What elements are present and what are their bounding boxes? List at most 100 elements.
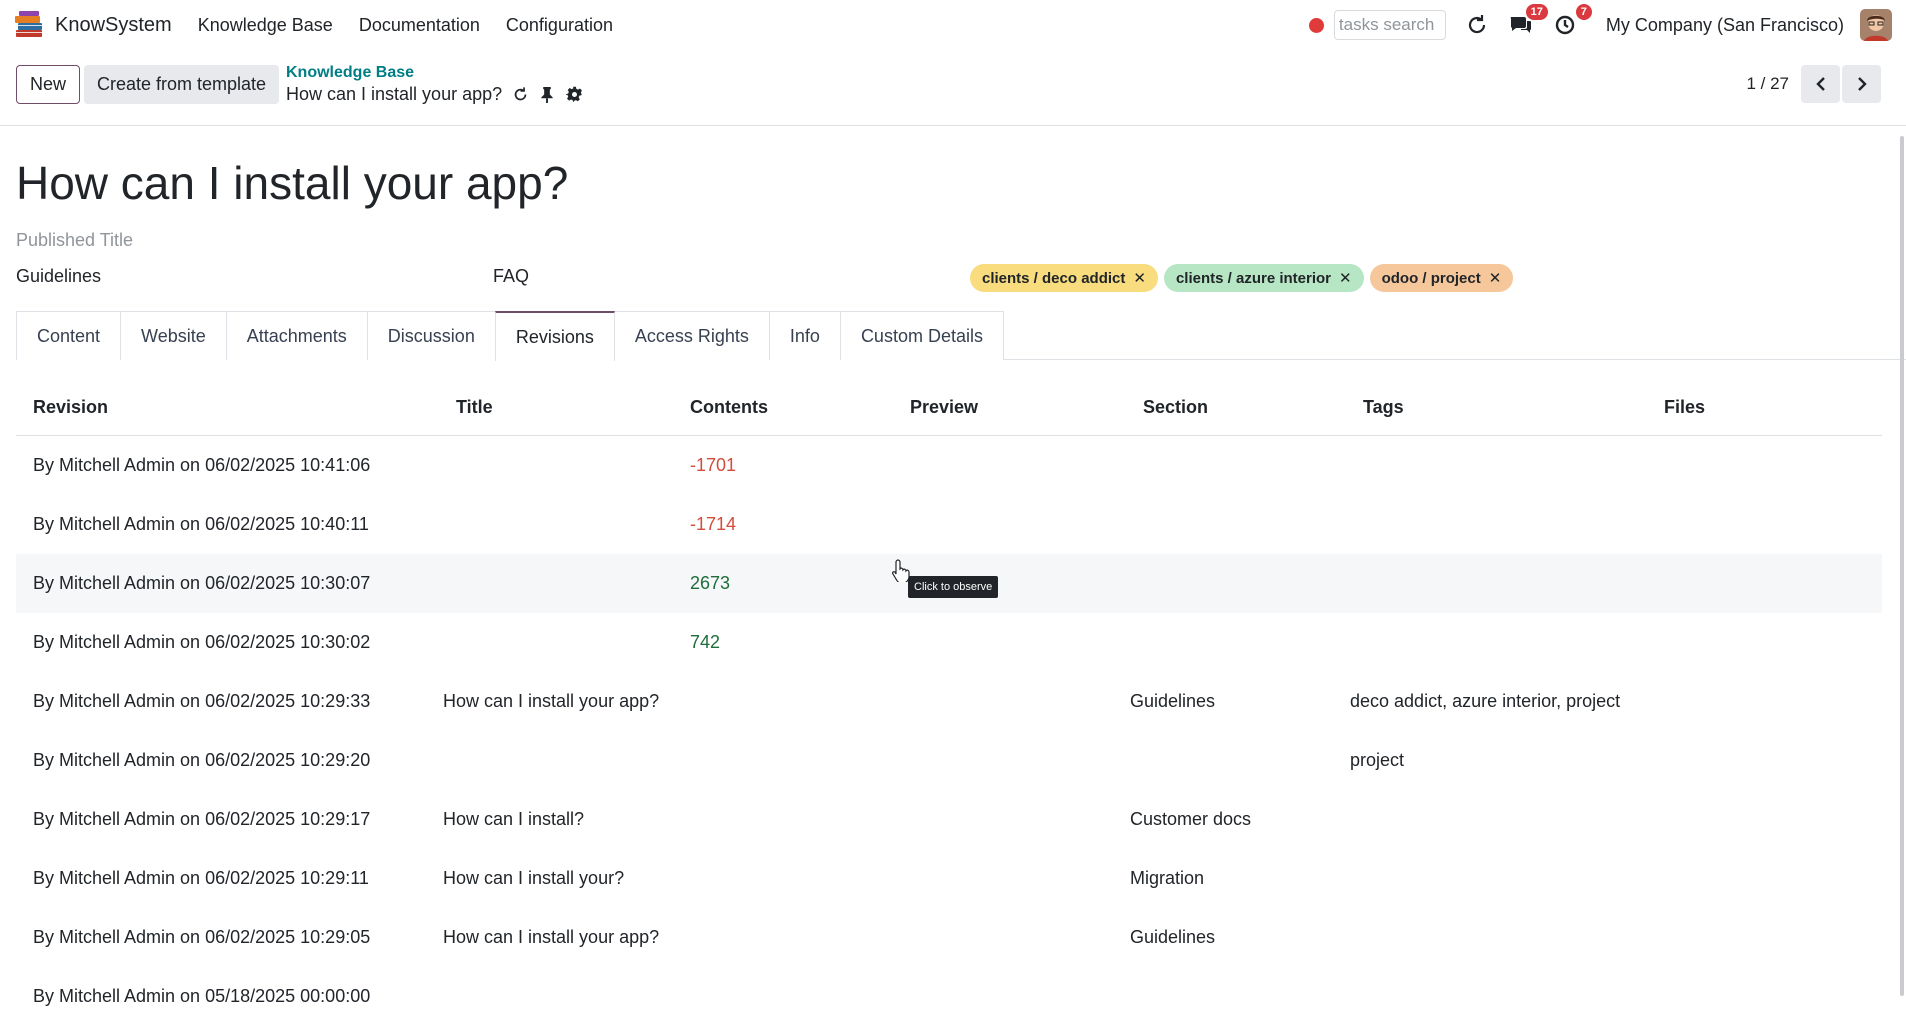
- tag-chip[interactable]: clients / azure interior ✕: [1163, 264, 1364, 292]
- recording-dot-icon[interactable]: [1308, 17, 1324, 33]
- tag-label: odoo / project: [1381, 269, 1481, 287]
- column-header-contents[interactable]: Contents: [690, 397, 910, 418]
- contents-cell: 742: [690, 632, 721, 652]
- published-title-field[interactable]: Published Title: [16, 230, 133, 251]
- type-field[interactable]: FAQ: [493, 266, 529, 287]
- revision-cell: By Mitchell Admin on 05/18/2025 00:00:00: [33, 986, 371, 1006]
- messages-badge: 17: [1525, 4, 1548, 20]
- section-field[interactable]: Guidelines: [16, 266, 101, 287]
- title-cell: How can I install your app?: [443, 927, 660, 947]
- pager-value[interactable]: 1 / 27: [1746, 74, 1789, 94]
- revision-cell: By Mitchell Admin on 06/02/2025 10:29:33: [33, 691, 371, 711]
- revision-cell: By Mitchell Admin on 06/02/2025 10:29:11: [33, 868, 369, 888]
- table-row[interactable]: By Mitchell Admin on 06/02/2025 10:29:33…: [16, 672, 1882, 731]
- tasks-search-input[interactable]: [1333, 10, 1446, 40]
- revision-cell: By Mitchell Admin on 06/02/2025 10:40:11: [33, 514, 369, 534]
- tag-label: clients / deco addict: [982, 269, 1126, 287]
- tag-label: clients / azure interior: [1175, 269, 1331, 287]
- revision-cell: By Mitchell Admin on 06/02/2025 10:41:06: [33, 455, 371, 475]
- revisions-table: Revision Title Contents Preview Section …: [16, 380, 1882, 1026]
- table-row[interactable]: By Mitchell Admin on 06/02/2025 10:30:02…: [16, 613, 1882, 672]
- top-navbar: KnowSystem Knowledge Base Documentation …: [0, 0, 1906, 50]
- table-row[interactable]: By Mitchell Admin on 06/02/2025 10:29:20…: [16, 731, 1882, 790]
- title-cell: How can I install your app?: [443, 691, 660, 711]
- table-row[interactable]: By Mitchell Admin on 05/18/2025 00:00:00: [16, 967, 1882, 1026]
- tags-cell: project: [1350, 750, 1405, 770]
- refresh-icon[interactable]: [1464, 12, 1490, 38]
- tag-chip[interactable]: odoo / project ✕: [1369, 264, 1514, 292]
- pager-next-button[interactable]: [1842, 65, 1881, 103]
- menu-knowledge-base[interactable]: Knowledge Base: [198, 15, 333, 36]
- main-menu: Knowledge Base Documentation Configurati…: [198, 15, 639, 36]
- revision-cell: By Mitchell Admin on 06/02/2025 10:29:17: [33, 809, 371, 829]
- tab-attachments[interactable]: Attachments: [225, 311, 368, 360]
- breadcrumb-current: How can I install your app?: [286, 84, 503, 104]
- contents-cell: 2673: [690, 573, 731, 593]
- column-header-tags[interactable]: Tags: [1350, 397, 1664, 418]
- contents-cell: -1701: [690, 455, 737, 475]
- section-cell: Guidelines: [1130, 691, 1216, 711]
- menu-documentation[interactable]: Documentation: [359, 15, 480, 36]
- gear-icon[interactable]: [565, 86, 583, 104]
- tooltip: Click to observe: [908, 576, 999, 598]
- table-row[interactable]: By Mitchell Admin on 06/02/2025 10:29:11…: [16, 849, 1882, 908]
- notebook-tabs: Content Website Attachments Discussion R…: [16, 311, 1906, 361]
- mouse-cursor-icon: [892, 559, 910, 582]
- control-panel: New Create from template Knowledge Base …: [0, 50, 1906, 126]
- tags-cell: deco addict, azure interior, project: [1350, 691, 1621, 711]
- pager: 1 / 27: [1746, 65, 1881, 103]
- tab-custom-details[interactable]: Custom Details: [839, 311, 1004, 360]
- revision-cell: By Mitchell Admin on 06/02/2025 10:30:02: [33, 632, 371, 652]
- tab-info[interactable]: Info: [768, 311, 841, 360]
- avatar[interactable]: [1860, 9, 1892, 41]
- column-header-files[interactable]: Files: [1664, 397, 1882, 418]
- tab-website[interactable]: Website: [120, 311, 227, 360]
- breadcrumb-parent[interactable]: Knowledge Base: [286, 64, 414, 82]
- revision-cell: By Mitchell Admin on 06/02/2025 10:29:20: [33, 750, 371, 770]
- tag-chip[interactable]: clients / deco addict ✕: [970, 264, 1158, 292]
- pager-previous-button[interactable]: [1801, 65, 1840, 103]
- section-cell: Customer docs: [1130, 809, 1252, 829]
- scrollbar[interactable]: [1900, 136, 1904, 996]
- table-row[interactable]: By Mitchell Admin on 06/02/2025 10:40:11…: [16, 495, 1882, 554]
- clock-icon[interactable]: 7: [1552, 4, 1592, 38]
- title-cell: How can I install?: [443, 809, 585, 829]
- discard-refresh-icon[interactable]: [511, 86, 529, 104]
- table-header: Revision Title Contents Preview Section …: [16, 380, 1882, 436]
- tags-field: clients / deco addict ✕ clients / azure …: [970, 264, 1519, 292]
- revision-cell: By Mitchell Admin on 06/02/2025 10:30:07: [33, 573, 371, 593]
- breadcrumb: How can I install your app?: [286, 84, 583, 105]
- remove-tag-icon[interactable]: ✕: [1133, 269, 1146, 287]
- tab-content[interactable]: Content: [16, 311, 122, 360]
- tab-discussion[interactable]: Discussion: [366, 311, 496, 360]
- app-brand[interactable]: KnowSystem: [12, 8, 172, 42]
- chevron-left-icon: [1815, 77, 1825, 91]
- table-row[interactable]: By Mitchell Admin on 06/02/2025 10:41:06…: [16, 436, 1882, 495]
- contents-cell: -1714: [690, 514, 737, 534]
- books-logo-icon: [15, 11, 42, 37]
- pin-icon[interactable]: [538, 86, 556, 104]
- company-switcher[interactable]: My Company (San Francisco): [1606, 15, 1844, 36]
- tab-access-rights[interactable]: Access Rights: [613, 311, 770, 360]
- chat-icon[interactable]: 17: [1508, 4, 1548, 38]
- menu-configuration[interactable]: Configuration: [506, 15, 613, 36]
- tab-revisions[interactable]: Revisions: [494, 311, 615, 361]
- column-header-revision[interactable]: Revision: [16, 397, 443, 418]
- remove-tag-icon[interactable]: ✕: [1339, 269, 1352, 287]
- column-header-title[interactable]: Title: [443, 397, 690, 418]
- app-name: KnowSystem: [55, 13, 172, 36]
- activities-badge: 7: [1575, 4, 1592, 20]
- article-title[interactable]: How can I install your app?: [16, 156, 568, 210]
- table-row[interactable]: By Mitchell Admin on 06/02/2025 10:29:17…: [16, 790, 1882, 849]
- title-cell: How can I install your?: [443, 868, 625, 888]
- new-button[interactable]: New: [16, 65, 81, 104]
- column-header-section[interactable]: Section: [1130, 397, 1350, 418]
- table-row[interactable]: By Mitchell Admin on 06/02/2025 10:29:05…: [16, 908, 1882, 967]
- revision-cell: By Mitchell Admin on 06/02/2025 10:29:05: [33, 927, 371, 947]
- remove-tag-icon[interactable]: ✕: [1489, 269, 1502, 287]
- create-from-template-button[interactable]: Create from template: [84, 65, 280, 104]
- section-cell: Guidelines: [1130, 927, 1216, 947]
- navbar-right: 17 7 My Company (San Francisco): [1308, 0, 1906, 50]
- column-header-preview[interactable]: Preview: [910, 397, 1130, 418]
- table-body: By Mitchell Admin on 06/02/2025 10:41:06…: [16, 436, 1882, 1026]
